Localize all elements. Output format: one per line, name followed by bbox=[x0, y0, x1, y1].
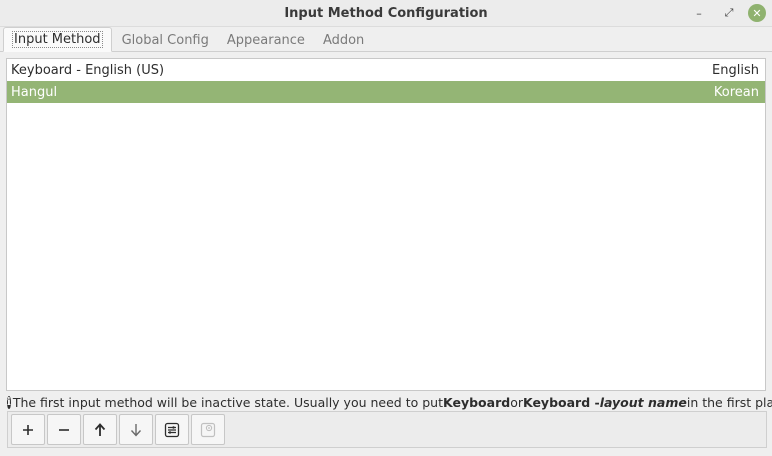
input-method-list[interactable]: Keyboard - English (US) English Hangul K… bbox=[6, 58, 766, 391]
list-toolbar bbox=[7, 411, 767, 448]
move-up-button[interactable] bbox=[83, 414, 117, 445]
arrow-down-icon bbox=[130, 423, 142, 437]
list-item[interactable]: Keyboard - English (US) English bbox=[7, 59, 765, 81]
input-method-language: English bbox=[712, 62, 759, 78]
tab-label: Global Config bbox=[121, 33, 209, 48]
tab-addon[interactable]: Addon bbox=[315, 29, 372, 52]
arrow-up-icon bbox=[94, 422, 106, 436]
maximize-button[interactable]: ⤢ bbox=[718, 3, 740, 23]
title-bar[interactable]: Input Method Configuration – ⤢ ✕ bbox=[0, 0, 772, 27]
info-text: The first input method will be inactive … bbox=[12, 394, 443, 410]
tab-label: Appearance bbox=[226, 33, 305, 48]
tab-label: Input Method bbox=[12, 31, 103, 48]
window-controls: – ⤢ ✕ bbox=[688, 3, 766, 23]
tab-appearance[interactable]: Appearance bbox=[219, 29, 313, 52]
tab-global-config[interactable]: Global Config bbox=[114, 29, 217, 52]
info-text-italic: layout name bbox=[599, 394, 687, 410]
input-method-name: Hangul bbox=[11, 84, 58, 100]
add-button[interactable] bbox=[11, 414, 45, 445]
minimize-icon: – bbox=[696, 6, 702, 20]
tab-bar: Input Method Global Config Appearance Ad… bbox=[0, 27, 772, 52]
info-text: in the first place. bbox=[686, 394, 772, 410]
move-down-button[interactable] bbox=[119, 414, 153, 445]
info-icon: i bbox=[7, 395, 11, 409]
input-method-name: Keyboard - English (US) bbox=[11, 62, 165, 78]
plus-icon bbox=[23, 424, 33, 435]
keyboard-layout-icon bbox=[200, 422, 216, 437]
close-icon: ✕ bbox=[752, 6, 762, 20]
info-message: i The first input method will be inactiv… bbox=[7, 393, 772, 411]
list-item[interactable]: Hangul Korean bbox=[7, 81, 765, 103]
settings-panel-icon bbox=[164, 422, 180, 437]
input-method-language: Korean bbox=[713, 84, 759, 100]
info-text-bold: Keyboard bbox=[443, 394, 511, 410]
tab-input-method[interactable]: Input Method bbox=[3, 27, 112, 52]
minus-icon bbox=[59, 428, 69, 431]
keyboard-layout-button[interactable] bbox=[191, 414, 225, 445]
close-button[interactable]: ✕ bbox=[748, 4, 766, 22]
minimize-button[interactable]: – bbox=[688, 3, 710, 23]
window-title: Input Method Configuration bbox=[284, 5, 488, 21]
info-text-bold: Keyboard - bbox=[522, 394, 600, 410]
remove-button[interactable] bbox=[47, 414, 81, 445]
info-text: or bbox=[510, 394, 523, 410]
configure-button[interactable] bbox=[155, 414, 189, 445]
maximize-icon: ⤢ bbox=[724, 6, 734, 19]
tab-label: Addon bbox=[322, 33, 365, 48]
